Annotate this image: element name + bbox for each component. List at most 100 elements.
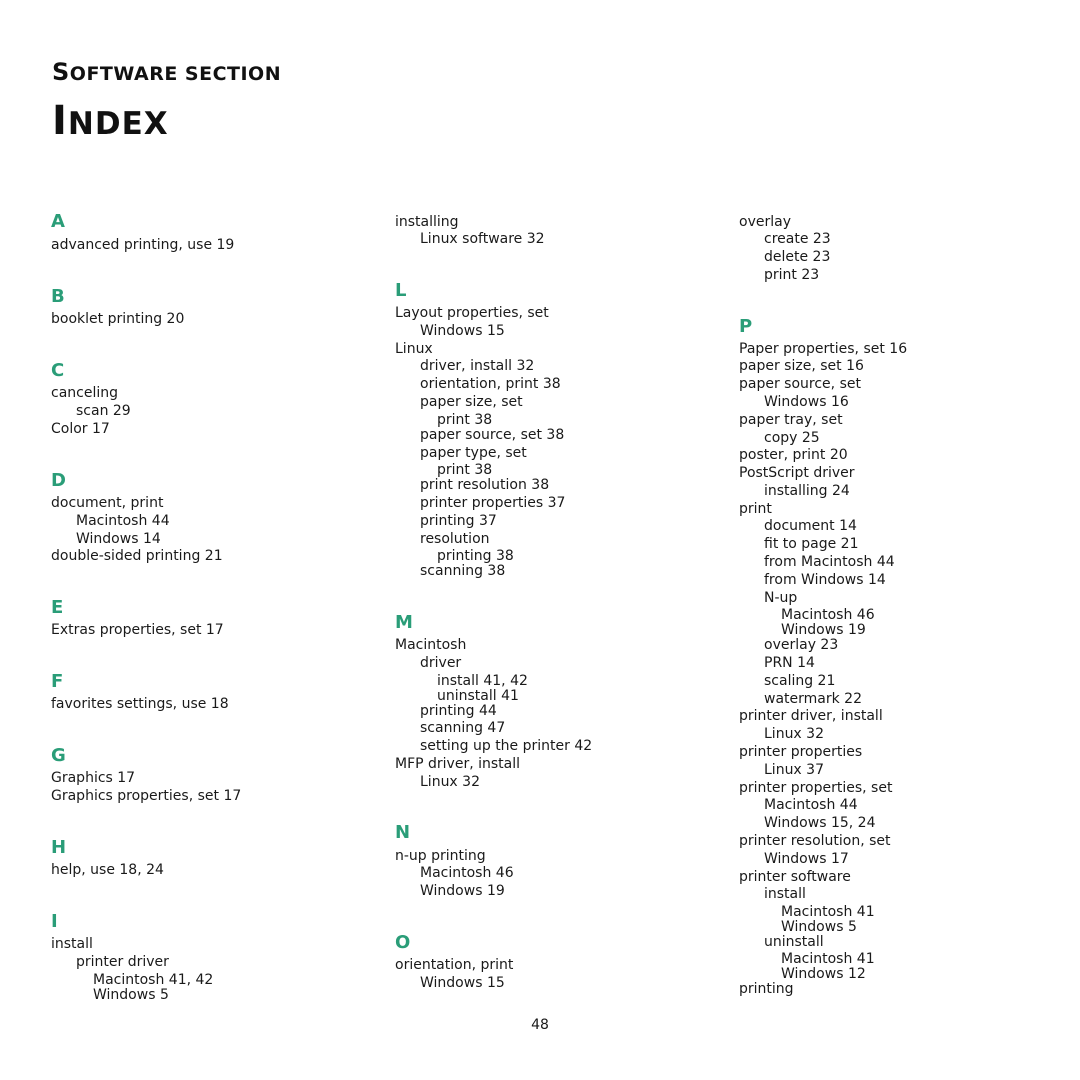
index-letter-heading: C bbox=[51, 360, 65, 381]
index-subentry: Windows 19 bbox=[420, 883, 505, 899]
index-subentry: PRN 14 bbox=[764, 655, 815, 671]
index-subentry: document 14 bbox=[764, 518, 857, 534]
index-subentry: resolution bbox=[420, 531, 490, 547]
index-entry: help, use 18, 24 bbox=[51, 862, 164, 878]
index-entry: canceling bbox=[51, 385, 118, 401]
index-letter-heading: P bbox=[739, 316, 753, 337]
page-title-rest: NDEX bbox=[67, 106, 169, 142]
index-letter-heading: L bbox=[395, 280, 407, 301]
index-entry: Linux bbox=[395, 341, 433, 357]
index-subsubentry: Windows 12 bbox=[781, 966, 866, 982]
index-subentry: scaling 21 bbox=[764, 673, 836, 689]
page-title-initial: I bbox=[52, 98, 68, 144]
index-entry: printer resolution, set bbox=[739, 833, 891, 849]
index-letter-heading: N bbox=[395, 822, 411, 843]
index-subentry: Windows 15, 24 bbox=[764, 815, 876, 831]
index-subentry: printer driver bbox=[76, 954, 169, 970]
index-subentry: print 23 bbox=[764, 267, 820, 283]
index-subentry: Windows 15 bbox=[420, 975, 505, 991]
index-subentry: paper source, set 38 bbox=[420, 427, 565, 443]
index-letter-heading: B bbox=[51, 286, 65, 307]
index-entry: MFP driver, install bbox=[395, 756, 521, 772]
index-letter-heading: M bbox=[395, 612, 413, 633]
index-entry: Color 17 bbox=[51, 421, 110, 437]
index-entry: install bbox=[51, 936, 93, 952]
index-entry: Layout properties, set bbox=[395, 305, 549, 321]
index-letter-heading: G bbox=[51, 745, 66, 766]
index-subentry: watermark 22 bbox=[764, 691, 862, 707]
index-subentry: installing 24 bbox=[764, 483, 850, 499]
page-title: INDEX bbox=[52, 98, 169, 144]
index-subentry: delete 23 bbox=[764, 249, 831, 265]
index-subentry: Linux 37 bbox=[764, 762, 824, 778]
page-number: 48 bbox=[531, 1017, 549, 1033]
index-subentry: print resolution 38 bbox=[420, 477, 550, 493]
index-letter-heading: E bbox=[51, 597, 64, 618]
index-entry: printer properties bbox=[739, 744, 863, 760]
index-subentry: Linux 32 bbox=[764, 726, 824, 742]
section-heading-initial: S bbox=[52, 58, 70, 86]
index-subsubentry: Windows 5 bbox=[93, 987, 169, 1003]
index-letter-heading: H bbox=[51, 837, 67, 858]
index-entry: n-up printing bbox=[395, 848, 486, 864]
index-subentry: scanning 38 bbox=[420, 563, 506, 579]
index-entry: PostScript driver bbox=[739, 465, 855, 481]
index-entry: orientation, print bbox=[395, 957, 514, 973]
index-subentry: scan 29 bbox=[76, 403, 131, 419]
index-subentry: paper size, set bbox=[420, 394, 523, 410]
index-entry: booklet printing 20 bbox=[51, 311, 185, 327]
index-subentry: Windows 15 bbox=[420, 323, 505, 339]
index-subentry: driver bbox=[420, 655, 462, 671]
index-entry: favorites settings, use 18 bbox=[51, 696, 229, 712]
index-subentry: Macintosh 44 bbox=[76, 513, 170, 529]
index-subentry: fit to page 21 bbox=[764, 536, 859, 552]
section-heading: SOFTWARE SECTION bbox=[52, 58, 281, 86]
index-letter-heading: O bbox=[395, 932, 411, 953]
index-subentry: copy 25 bbox=[764, 430, 820, 446]
index-subentry: from Macintosh 44 bbox=[764, 554, 895, 570]
index-subentry: create 23 bbox=[764, 231, 831, 247]
index-letter-heading: I bbox=[51, 911, 58, 932]
index-entry: Graphics properties, set 17 bbox=[51, 788, 242, 804]
index-entry: document, print bbox=[51, 495, 164, 511]
index-entry: installing bbox=[395, 214, 459, 230]
index-entry: advanced printing, use 19 bbox=[51, 237, 235, 253]
index-entry: printer software bbox=[739, 869, 851, 885]
index-subentry: install bbox=[764, 886, 806, 902]
section-heading-rest: OFTWARE SECTION bbox=[69, 63, 282, 85]
index-subentry: Linux software 32 bbox=[420, 231, 545, 247]
index-letter-heading: A bbox=[51, 211, 65, 232]
index-subentry: Windows 14 bbox=[76, 531, 161, 547]
index-subentry: printer properties 37 bbox=[420, 495, 566, 511]
index-subentry: scanning 47 bbox=[420, 720, 506, 736]
index-entry: poster, print 20 bbox=[739, 447, 848, 463]
index-subentry: Windows 16 bbox=[764, 394, 849, 410]
index-subentry: driver, install 32 bbox=[420, 358, 535, 374]
index-entry: Graphics 17 bbox=[51, 770, 136, 786]
index-subentry: Macintosh 44 bbox=[764, 797, 858, 813]
index-subentry: printing 37 bbox=[420, 513, 497, 529]
index-subentry: Macintosh 46 bbox=[420, 865, 514, 881]
index-entry: overlay bbox=[739, 214, 791, 230]
index-entry: printer properties, set bbox=[739, 780, 893, 796]
index-subentry: printing 44 bbox=[420, 703, 497, 719]
index-subentry: N-up bbox=[764, 590, 798, 606]
index-subentry: Windows 17 bbox=[764, 851, 849, 867]
index-entry: printer driver, install bbox=[739, 708, 883, 724]
index-subentry: paper type, set bbox=[420, 445, 527, 461]
index-subentry: orientation, print 38 bbox=[420, 376, 561, 392]
index-entry: paper source, set bbox=[739, 376, 861, 392]
index-subentry: setting up the printer 42 bbox=[420, 738, 593, 754]
index-subentry: overlay 23 bbox=[764, 637, 839, 653]
index-letter-heading: D bbox=[51, 470, 66, 491]
index-entry: paper size, set 16 bbox=[739, 358, 864, 374]
index-subentry: Linux 32 bbox=[420, 774, 480, 790]
index-entry: Extras properties, set 17 bbox=[51, 622, 224, 638]
index-letter-heading: F bbox=[51, 671, 64, 692]
index-entry: paper tray, set bbox=[739, 412, 843, 428]
index-subentry: from Windows 14 bbox=[764, 572, 886, 588]
index-entry: Paper properties, set 16 bbox=[739, 341, 908, 357]
index-entry: print bbox=[739, 501, 772, 517]
index-subentry: uninstall bbox=[764, 934, 824, 950]
index-entry: double-sided printing 21 bbox=[51, 548, 223, 564]
